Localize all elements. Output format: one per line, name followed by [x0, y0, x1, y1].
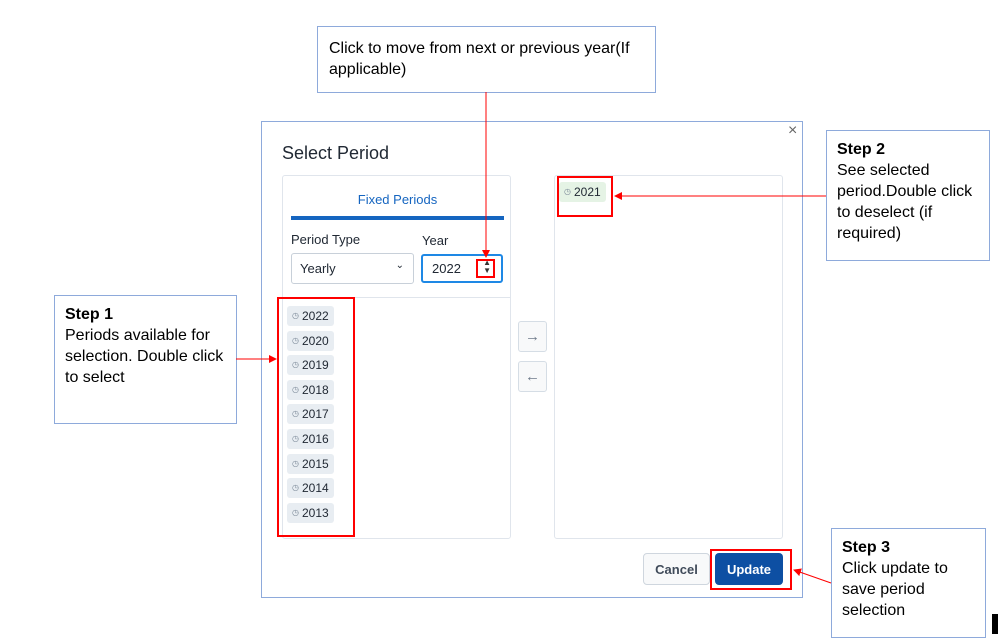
arrow-to-update [793, 568, 832, 584]
annotation-arrows [236, 92, 832, 584]
